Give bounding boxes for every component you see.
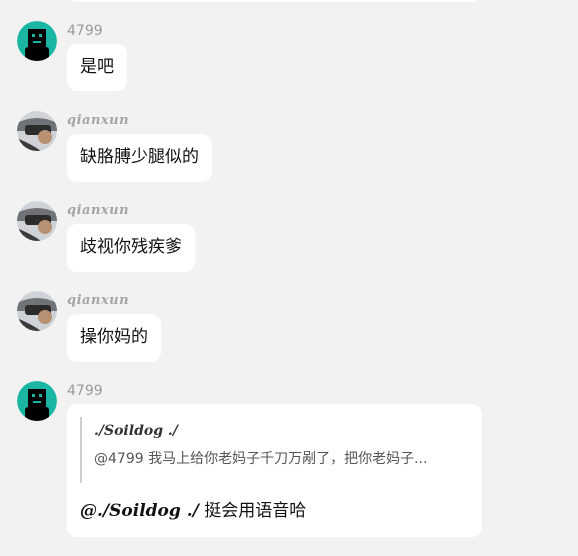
quoted-author: ./Soildog ./ [94, 423, 178, 439]
mention-link[interactable]: @./Soildog ./ [80, 501, 199, 521]
username[interactable]: qianxun [67, 203, 129, 219]
user-photo-avatar[interactable] [17, 291, 57, 331]
quoted-message[interactable]: ./Soildog ./ @4799 我马上给你老妈子千刀万剐了，把你老妈子..… [80, 417, 470, 483]
message-bubble: 缺胳膊少腿似的 [67, 134, 212, 182]
username[interactable]: 4799 [67, 23, 103, 39]
username[interactable]: qianxun [67, 113, 129, 129]
reply-body: 挺会用语音哈 [198, 501, 307, 521]
username[interactable]: 4799 [67, 383, 103, 399]
message-bubble: 操你妈的 [67, 314, 161, 362]
robot-avatar-icon[interactable] [17, 21, 57, 61]
message-bubble: 歧视你残疾爹 [67, 224, 195, 272]
reply-text: @./Soildog ./ 挺会用语音哈 [80, 501, 306, 521]
message-bubble: 是吧 [67, 44, 127, 91]
robot-avatar-icon[interactable] [17, 381, 57, 421]
previous-message-bubble-edge [67, 0, 481, 2]
reply-message-bubble: ./Soildog ./ @4799 我马上给你老妈子千刀万剐了，把你老妈子..… [67, 404, 482, 537]
username[interactable]: qianxun [67, 293, 129, 309]
quoted-text: @4799 我马上给你老妈子千刀万剐了，把你老妈子... [94, 451, 428, 467]
user-photo-avatar[interactable] [17, 111, 57, 151]
user-photo-avatar[interactable] [17, 201, 57, 241]
